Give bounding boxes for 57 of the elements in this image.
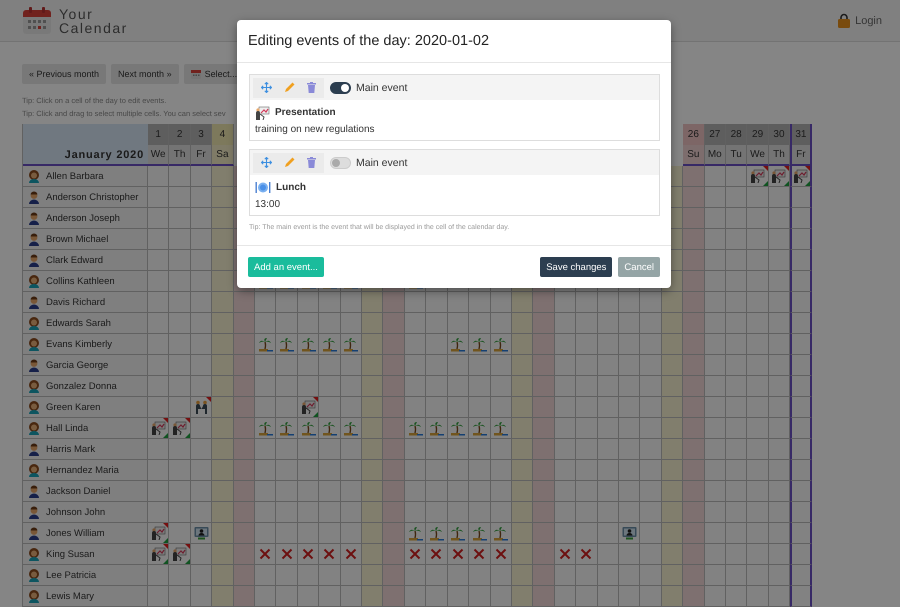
- day-number-header: 4: [212, 124, 234, 145]
- employee-name[interactable]: Evans Kimberly: [23, 334, 148, 355]
- employee-name[interactable]: Anderson Christopher: [23, 187, 148, 208]
- employee-name[interactable]: Collins Kathleen: [23, 271, 148, 292]
- employee-name[interactable]: Hernandez Maria: [23, 460, 148, 481]
- event-description: 13:00: [255, 198, 282, 211]
- weekday-header: Tu: [726, 145, 748, 166]
- employee-name[interactable]: Anderson Joseph: [23, 208, 148, 229]
- toggle-label: Main event: [356, 82, 408, 94]
- login-link[interactable]: Login: [838, 13, 882, 28]
- month-label: January 2020: [23, 124, 148, 166]
- day-number-header: 30: [768, 124, 790, 145]
- employee-name[interactable]: Allen Barbara: [23, 166, 148, 187]
- employee-name[interactable]: Brown Michael: [23, 229, 148, 250]
- employee-name[interactable]: Hall Linda: [23, 418, 148, 439]
- employee-name[interactable]: Edwards Sarah: [23, 313, 148, 334]
- weekday-header: Th: [768, 145, 790, 166]
- day-number-header: 31: [790, 124, 812, 145]
- weekday-header: We: [747, 145, 769, 166]
- weekday-header: Su: [683, 145, 705, 166]
- day-number-header: 27: [704, 124, 726, 145]
- toolbar-button[interactable]: « Previous month: [22, 64, 106, 84]
- employee-name[interactable]: Jones William: [23, 523, 148, 544]
- employee-name[interactable]: Gonzalez Donna: [23, 376, 148, 397]
- dialog-title: Editing events of the day: 2020-01-02: [248, 33, 490, 49]
- day-number-header: 2: [169, 124, 191, 145]
- day-number-header: 1: [148, 124, 170, 145]
- employee-name[interactable]: Harris Mark: [23, 439, 148, 460]
- event-title: Presentation: [275, 107, 336, 118]
- day-number-header: 29: [747, 124, 769, 145]
- weekday-header: Mo: [704, 145, 726, 166]
- employee-name[interactable]: Johnson John: [23, 502, 148, 523]
- weekday-header: Sa: [212, 145, 234, 166]
- day-number-header: 3: [190, 124, 212, 145]
- event-description: training on new regulations: [255, 123, 376, 136]
- employee-name[interactable]: King Susan: [23, 544, 148, 565]
- employee-name[interactable]: Green Karen: [23, 397, 148, 418]
- day-number-header: 28: [726, 124, 748, 145]
- save-changes-button[interactable]: Save changes: [540, 257, 612, 277]
- employee-name[interactable]: Jackson Daniel: [23, 481, 148, 502]
- toggle-label: Main event: [356, 156, 408, 168]
- toolbar-button[interactable]: Next month »: [111, 64, 179, 84]
- weekday-header: Fr: [190, 145, 212, 166]
- employee-name[interactable]: Clark Edward: [23, 250, 148, 271]
- day-number-header: 26: [683, 124, 705, 145]
- employee-name[interactable]: Lewis Mary: [23, 586, 148, 607]
- event-title: Lunch: [276, 182, 306, 193]
- logo-text: Calendar: [59, 20, 128, 34]
- add-event-button[interactable]: Add an event...: [248, 257, 324, 277]
- employee-name[interactable]: Lee Patricia: [23, 565, 148, 586]
- weekday-header: Th: [169, 145, 191, 166]
- logo-text: Your: [59, 6, 94, 20]
- employee-name[interactable]: Garcia George: [23, 355, 148, 376]
- cancel-button[interactable]: Cancel: [618, 257, 660, 277]
- weekday-header: Fr: [790, 145, 812, 166]
- employee-name[interactable]: Davis Richard: [23, 292, 148, 313]
- weekday-header: We: [148, 145, 170, 166]
